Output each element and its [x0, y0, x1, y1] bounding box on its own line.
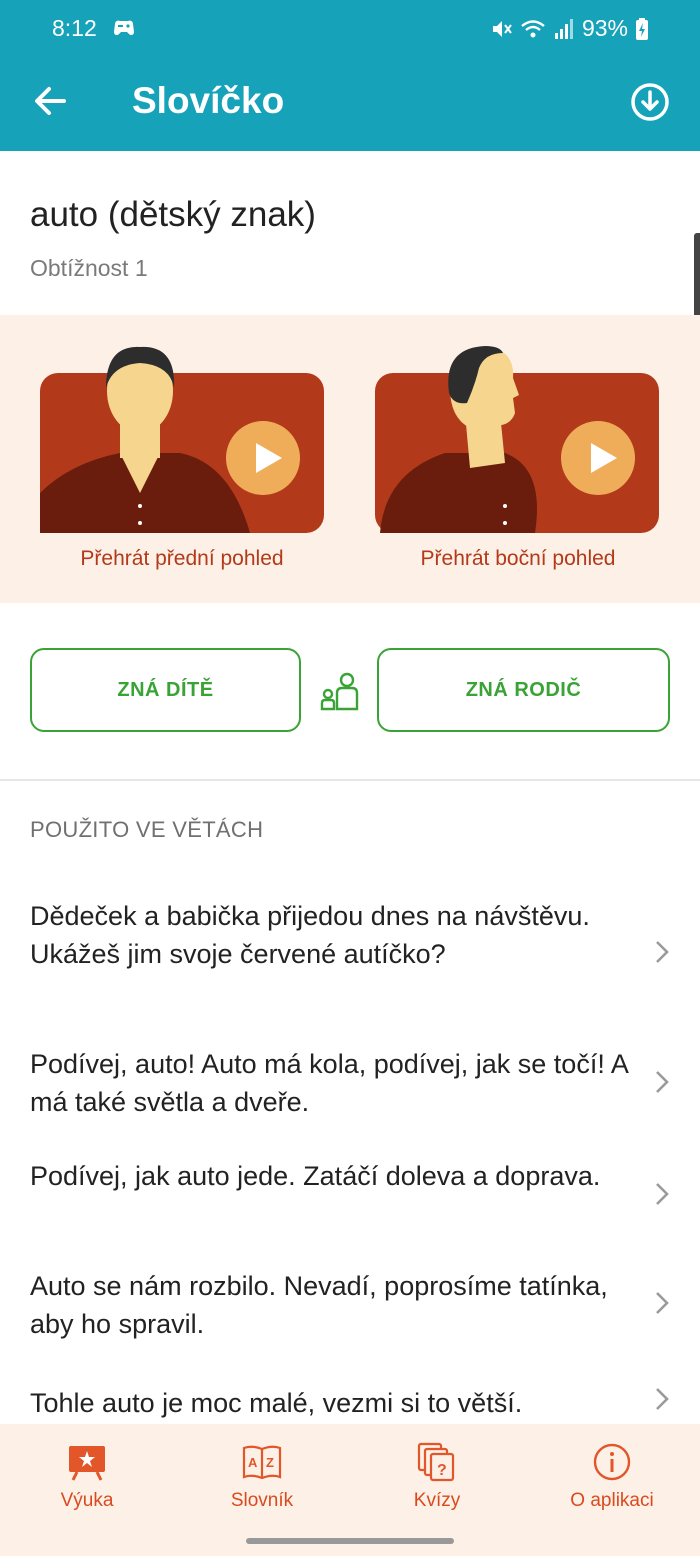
sentence-text: Dědeček a babička přijedou dnes na návšt… — [30, 901, 590, 969]
parent-knows-button[interactable]: ZNÁ RODIČ — [377, 648, 670, 732]
nav-item-o-aplikaci[interactable]: O aplikaci — [542, 1442, 682, 1512]
sentence-item[interactable]: Podívej, jak auto jede. Zatáčí doleva a … — [0, 1155, 700, 1235]
signal-icon — [554, 18, 573, 39]
status-bar: 8:12 93% — [0, 0, 700, 60]
dictionary-icon: A Z — [242, 1445, 282, 1480]
parent-child-icon — [320, 672, 359, 711]
sentence-text: Podívej, jak auto jede. Zatáčí doleva a … — [30, 1161, 601, 1191]
chevron-right-icon — [656, 1071, 669, 1093]
side-view-label[interactable]: Přehrát boční pohled — [368, 547, 668, 571]
divider — [0, 779, 700, 781]
sentence-item[interactable]: Tohle auto je moc malé, vezmi si to větš… — [0, 1380, 700, 1424]
chevron-right-icon — [656, 1183, 669, 1205]
play-icon[interactable] — [561, 421, 635, 495]
person-side-illustration — [380, 346, 537, 533]
sentence-item[interactable]: Podívej, auto! Auto má kola, podívej, ja… — [0, 1042, 700, 1122]
difficulty-label: Obtížnost 1 — [30, 255, 148, 281]
quiz-cards-icon: ? — [417, 1442, 455, 1482]
sentence-text: Tohle auto je moc malé, vezmi si to větš… — [30, 1388, 523, 1418]
sentences-section-title: POUŽITO VE VĚTÁCH — [30, 817, 264, 842]
word-title: auto (dětský znak) — [30, 195, 316, 234]
status-indicators: 93% — [490, 15, 648, 42]
sentence-text: Podívej, auto! Auto má kola, podívej, ja… — [30, 1049, 628, 1117]
nav-item-vyuka[interactable]: Výuka — [17, 1442, 157, 1512]
wifi-icon — [521, 19, 545, 37]
svg-text:A: A — [248, 1455, 258, 1470]
nav-label: Výuka — [60, 1490, 114, 1511]
chevron-right-icon — [656, 1292, 669, 1314]
nav-label: O aplikaci — [570, 1490, 654, 1511]
sentence-item[interactable]: Auto se nám rozbilo. Nevadí, poprosíme t… — [0, 1266, 700, 1346]
nav-item-kvizy[interactable]: ? Kvízy — [367, 1442, 507, 1512]
back-arrow-icon[interactable] — [30, 80, 72, 122]
nav-item-slovnik[interactable]: A Z Slovník — [192, 1442, 332, 1512]
nav-label: Kvízy — [413, 1490, 461, 1511]
child-knows-button[interactable]: ZNÁ DÍTĚ — [30, 648, 301, 732]
bottom-navigation: Výuka A Z Slovník ? Kvízy O aplikaci — [0, 1424, 700, 1556]
sentence-text: Auto se nám rozbilo. Nevadí, poprosíme t… — [30, 1271, 608, 1339]
video-panel: Přehrát přední pohled Přehrát boční pohl… — [0, 315, 700, 603]
svg-text:?: ? — [437, 1462, 447, 1479]
app-header: 8:12 93% Slovíčko — [0, 0, 700, 151]
person-front-illustration — [40, 346, 250, 533]
chevron-right-icon — [656, 1388, 669, 1410]
home-indicator[interactable] — [246, 1538, 454, 1544]
side-view-video[interactable] — [375, 346, 659, 533]
info-icon — [593, 1443, 631, 1481]
front-view-label[interactable]: Přehrát přední pohled — [32, 547, 332, 571]
mute-icon — [492, 20, 512, 37]
chevron-right-icon — [656, 941, 669, 963]
nav-label: Slovník — [230, 1490, 294, 1511]
download-icon[interactable] — [630, 82, 670, 122]
battery-charging-icon — [636, 17, 648, 40]
front-view-video[interactable] — [40, 346, 324, 533]
svg-text:Z: Z — [266, 1455, 274, 1470]
play-icon[interactable] — [226, 421, 300, 495]
lesson-board-icon — [69, 1446, 105, 1481]
battery-percent: 93% — [581, 15, 628, 41]
sentence-item[interactable]: Dědeček a babička přijedou dnes na návšt… — [0, 895, 700, 1015]
page-title: Slovíčko — [132, 80, 285, 121]
game-controller-icon — [114, 20, 134, 36]
status-time: 8:12 — [52, 15, 97, 41]
